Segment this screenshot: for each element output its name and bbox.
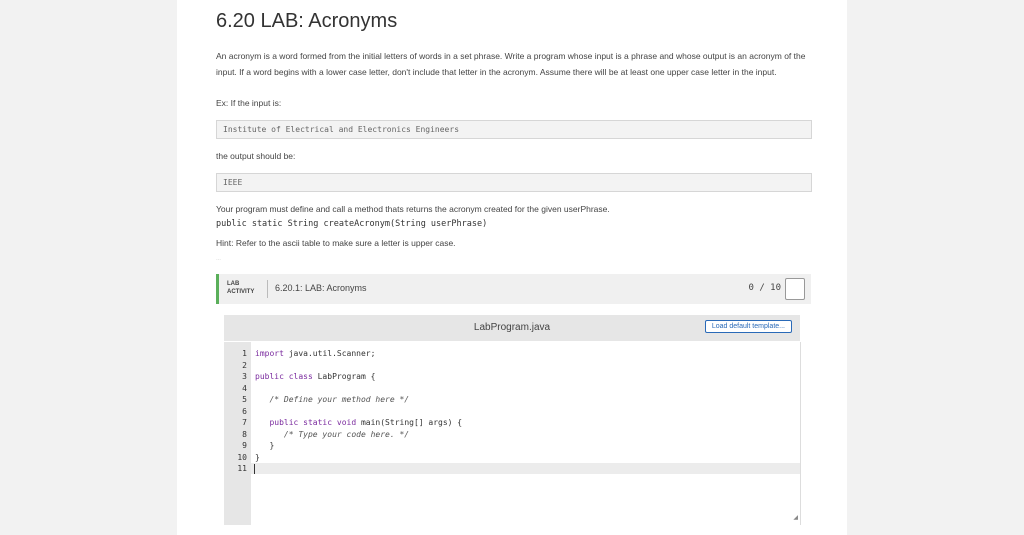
resize-handle-icon[interactable]: ◢ bbox=[793, 514, 798, 521]
lab-activity-header: LAB ACTIVITY 6.20.1: LAB: Acronyms 0 / 1… bbox=[216, 274, 811, 304]
example-intro: Ex: If the input is: bbox=[216, 98, 282, 108]
content-page: 6.20 LAB: Acronyms An acronym is a word … bbox=[177, 0, 847, 535]
output-intro: the output should be: bbox=[216, 151, 296, 161]
method-signature: public static String createAcronym(Strin… bbox=[216, 219, 488, 229]
code-line: /* Type your code here. */ bbox=[255, 429, 410, 439]
line-number: 10 bbox=[237, 452, 247, 462]
lab-activity-tag: LAB ACTIVITY bbox=[227, 280, 254, 296]
code-line: /* Define your method here */ bbox=[255, 395, 410, 404]
code-editor: LabProgram.java Load default template...… bbox=[216, 305, 808, 535]
code-line: } bbox=[255, 452, 260, 462]
lab-score: 0 / 10 bbox=[748, 283, 781, 293]
lab-tag-line2: ACTIVITY bbox=[227, 289, 255, 295]
hint-text: Hint: Refer to the ascii table to make s… bbox=[216, 238, 456, 248]
line-number: 9 bbox=[242, 441, 247, 450]
code-input-area[interactable]: import java.util.Scanner; public class L… bbox=[251, 342, 801, 525]
method-text: Your program must define and call a meth… bbox=[216, 204, 610, 214]
completion-box-icon bbox=[785, 278, 805, 300]
code-line: public class LabProgram { bbox=[255, 372, 376, 381]
divider bbox=[267, 280, 268, 298]
line-number: 7 bbox=[242, 418, 247, 427]
code-line: } bbox=[255, 441, 275, 450]
line-number-gutter: 1 2 3 4 5 6 7 8 9 10 11 bbox=[224, 342, 251, 525]
example-output-box: IEEE bbox=[216, 173, 812, 192]
line-number: 4 bbox=[242, 383, 247, 393]
line-number: 8 bbox=[242, 429, 247, 439]
load-template-button[interactable]: Load default template... bbox=[704, 320, 792, 333]
line-number: 3 bbox=[242, 372, 247, 381]
text-cursor bbox=[254, 464, 255, 474]
line-number: 2 bbox=[242, 360, 247, 370]
editor-toolbar: LabProgram.java Load default template... bbox=[224, 315, 800, 341]
line-number: 5 bbox=[242, 395, 247, 404]
example-input-box: Institute of Electrical and Electronics … bbox=[216, 120, 812, 139]
feedback-credit[interactable]: … bbox=[216, 256, 221, 262]
description-text: An acronym is a word formed from the ini… bbox=[216, 51, 806, 77]
active-line-highlight bbox=[251, 463, 800, 474]
line-number: 1 bbox=[242, 349, 247, 358]
code-line: import java.util.Scanner; bbox=[255, 349, 376, 358]
line-number: 6 bbox=[242, 406, 247, 416]
page-title: 6.20 LAB: Acronyms bbox=[216, 10, 398, 32]
lab-tag-line1: LAB bbox=[227, 281, 240, 287]
code-line: public static void main(String[] args) { bbox=[255, 418, 463, 427]
lab-title: 6.20.1: LAB: Acronyms bbox=[275, 283, 367, 293]
line-number: 11 bbox=[237, 464, 247, 473]
